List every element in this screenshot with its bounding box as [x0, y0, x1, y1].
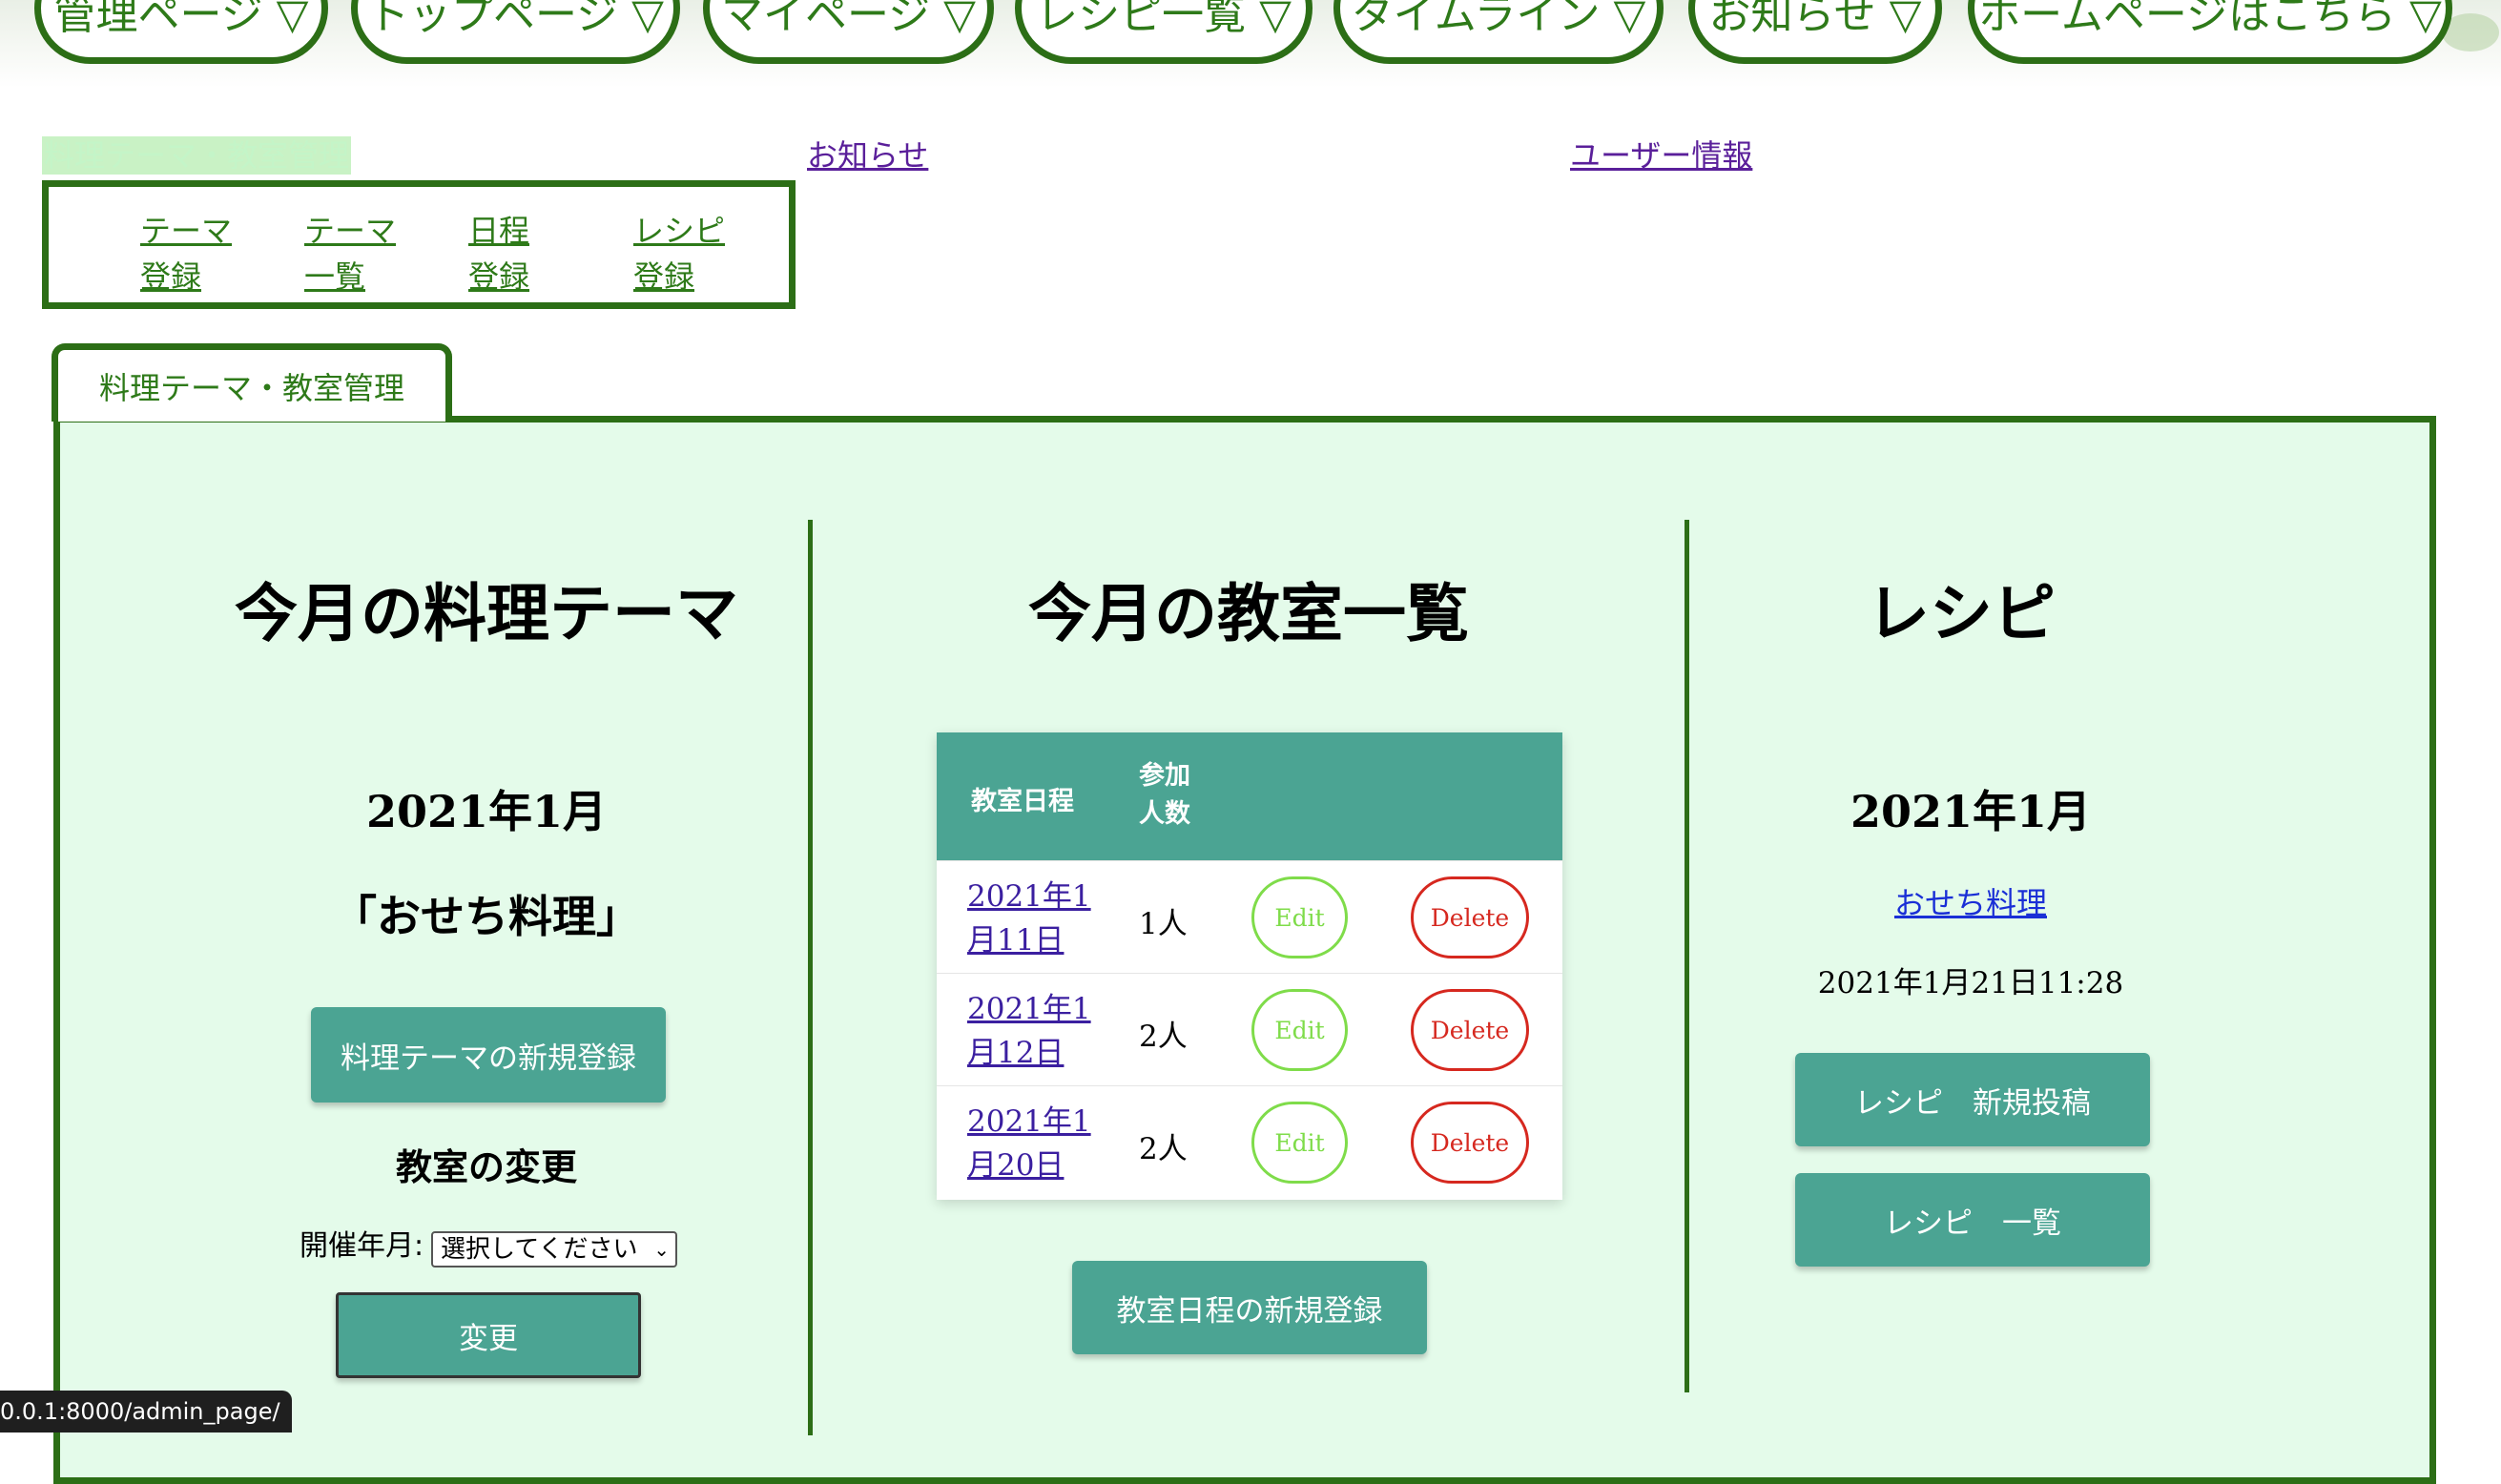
recipe-datetime: 2021年1月21日11:28 [1817, 966, 2124, 1000]
recipe-month: 2021年1月 [1850, 786, 2092, 837]
date-line: 2021年1 [967, 879, 1091, 914]
participant-count: 2人 [1139, 1020, 1188, 1054]
header-count-line: 参加 [1139, 761, 1190, 791]
user-info-link[interactable]: ユーザー情報 [1570, 136, 1752, 175]
period-label: 開催年月: [300, 1229, 424, 1263]
nav-homepage[interactable]: ホームページはこちら ▽ [1968, 0, 2452, 64]
edit-button[interactable]: Edit [1251, 989, 1348, 1071]
delete-button[interactable]: Delete [1411, 989, 1529, 1071]
table-row: 2021年1 月11日 1人 Edit Delete [937, 860, 1562, 974]
nav-recipe-list[interactable]: レシピ一覧 ▽ [1015, 0, 1313, 64]
change-button[interactable]: 変更 [336, 1292, 641, 1378]
column-divider [808, 520, 813, 1435]
submenu-label: テーマ [304, 213, 397, 249]
nav-news[interactable]: お知らせ ▽ [1688, 0, 1942, 64]
submenu-recipe-register[interactable]: レシピ 登録 [633, 208, 757, 299]
recipe-column-title: レシピ [1867, 577, 2056, 650]
top-nav-bar: 管理ページ ▽ トップページ ▽ マイページ ▽ レシピ一覧 ▽ タイムライン … [0, 0, 2501, 88]
class-date-link[interactable]: 2021年1 月20日 [967, 1100, 1091, 1187]
nav-timeline[interactable]: タイムライン ▽ [1333, 0, 1664, 64]
submenu-label: 登録 [140, 258, 202, 295]
admin-submenu: テーマ 登録 テーマ 一覧 日程 登録 レシピ 登録 [42, 180, 796, 309]
edit-button[interactable]: Edit [1251, 876, 1348, 958]
table-row: 2021年1 月12日 2人 Edit Delete [937, 973, 1562, 1086]
date-line: 月12日 [967, 1036, 1064, 1070]
recipe-link[interactable]: おせち料理 [1689, 879, 2252, 923]
submenu-label: 登録 [468, 258, 530, 295]
class-schedule-table: 教室日程 参加 人数 2021年1 月11日 1人 Edit Delete 20… [937, 732, 1562, 1200]
participant-count: 1人 [1139, 907, 1188, 941]
tab-theme-classroom[interactable]: 料理テーマ・教室管理 [52, 343, 452, 422]
submenu-label: テーマ [140, 213, 233, 249]
select-value: 選択してください [441, 1235, 638, 1264]
breadcrumb: 料理テーマ・教室管理 [42, 136, 352, 175]
classes-column-title: 今月の教室一覧 [1028, 577, 1469, 650]
submenu-label: 一覧 [304, 258, 366, 295]
header-count-line: 人数 [1139, 799, 1190, 829]
participant-count: 2人 [1139, 1132, 1188, 1166]
header-count: 参加 人数 [1139, 757, 1190, 834]
classroom-change-heading: 教室の変更 [395, 1146, 577, 1188]
new-theme-button[interactable]: 料理テーマの新規登録 [311, 1007, 666, 1103]
period-select[interactable]: 選択してください ⌄ [431, 1231, 677, 1268]
theme-month: 2021年1月 [365, 786, 608, 837]
theme-name: 「おせち料理」 [333, 891, 640, 942]
nav-my-page[interactable]: マイページ ▽ [703, 0, 994, 64]
submenu-label: 日程 [468, 213, 530, 249]
browser-status-url: 0.0.1:8000/admin_page/ [0, 1391, 292, 1432]
new-class-schedule-button[interactable]: 教室日程の新規登録 [1072, 1261, 1427, 1354]
header-date: 教室日程 [971, 787, 1074, 816]
submenu-label: レシピ [633, 213, 726, 249]
nav-top-page[interactable]: トップページ ▽ [351, 0, 680, 64]
submenu-theme-register[interactable]: テーマ 登録 [140, 208, 264, 299]
class-date-link[interactable]: 2021年1 月12日 [967, 987, 1091, 1075]
edit-button[interactable]: Edit [1251, 1102, 1348, 1184]
date-line: 月20日 [967, 1148, 1064, 1183]
date-line: 2021年1 [967, 992, 1091, 1026]
recipe-list-button[interactable]: レシピ 一覧 [1795, 1173, 2150, 1267]
nav-admin-page[interactable]: 管理ページ ▽ [34, 0, 328, 64]
submenu-schedule-register[interactable]: 日程 登録 [468, 208, 592, 299]
class-date-link[interactable]: 2021年1 月11日 [967, 875, 1091, 962]
submenu-theme-list[interactable]: テーマ 一覧 [304, 208, 428, 299]
table-header: 教室日程 参加 人数 [937, 732, 1562, 860]
table-row: 2021年1 月20日 2人 Edit Delete [937, 1085, 1562, 1199]
date-line: 月11日 [967, 923, 1064, 958]
date-line: 2021年1 [967, 1104, 1091, 1139]
submenu-label: 登録 [633, 258, 695, 295]
recipe-new-post-button[interactable]: レシピ 新規投稿 [1795, 1053, 2150, 1146]
chevron-down-icon: ⌄ [653, 1238, 670, 1261]
delete-button[interactable]: Delete [1411, 1102, 1529, 1184]
news-link[interactable]: お知らせ [807, 136, 928, 175]
delete-button[interactable]: Delete [1411, 876, 1529, 958]
theme-column-title: 今月の料理テーマ [235, 577, 738, 650]
